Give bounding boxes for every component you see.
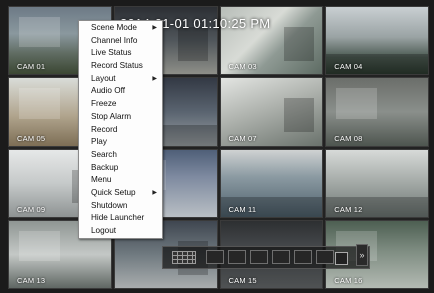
camera-label: CAM 03 (228, 62, 257, 72)
scene-detail (336, 88, 378, 119)
camera-label: CAM 01 (17, 62, 46, 72)
menu-item-label: Hide Launcher (91, 213, 145, 223)
launcher-expand-button[interactable]: » (356, 244, 368, 266)
scene-detail (19, 88, 60, 119)
scene-detail (19, 230, 60, 262)
camera-label: CAM 08 (334, 133, 363, 143)
menu-item-record-status[interactable]: Record Status (79, 60, 162, 73)
camera-label: CAM 07 (228, 133, 257, 143)
menu-item-live-status[interactable]: Live Status (79, 47, 162, 60)
menu-item-play[interactable]: Play (79, 136, 162, 149)
camera-label: CAM 12 (334, 204, 363, 214)
menu-item-shutdown[interactable]: Shutdown (79, 200, 162, 213)
menu-item-label: Audio Off (91, 86, 125, 96)
menu-item-label: Search (91, 149, 117, 159)
scene-detail (283, 98, 315, 133)
menu-item-label: Logout (91, 226, 117, 235)
menu-item-label: Shutdown (91, 200, 128, 210)
scene-detail (177, 27, 209, 61)
menu-item-label: Freeze (91, 99, 117, 109)
menu-item-label: Channel Info (91, 35, 138, 45)
camera-label: CAM 16 (334, 276, 363, 285)
launcher-channel-button[interactable] (206, 250, 224, 264)
menu-item-label: Scene Mode (91, 23, 137, 32)
layout-grid-icon[interactable] (172, 251, 196, 264)
camera-label: CAM 05 (17, 133, 46, 143)
camera-label: CAM 11 (228, 204, 257, 214)
scene-detail (19, 17, 60, 48)
menu-item-layout[interactable]: Layout ▶ (79, 73, 162, 86)
menu-item-hide-launcher[interactable]: Hide Launcher (79, 212, 162, 225)
camera-tile-12[interactable]: CAM 12 (325, 148, 429, 218)
launcher-channel-button[interactable] (250, 250, 268, 264)
camera-label: CAM 15 (228, 276, 257, 285)
menu-item-quick-setup[interactable]: Quick Setup ▶ (79, 187, 162, 200)
camera-tile-7[interactable]: CAM 07 (219, 77, 324, 147)
launcher-channel-button[interactable] (272, 250, 290, 264)
menu-item-menu[interactable]: Menu (79, 174, 162, 187)
menu-item-scene-mode[interactable]: Scene Mode ▶ (79, 22, 162, 35)
menu-item-label: Play (91, 137, 107, 147)
dvr-live-view: CAM 01 CAM 03 CAM 04 CAM 05 CAM 07 CAM 0… (0, 0, 434, 293)
menu-item-audio-off[interactable]: Audio Off (79, 85, 162, 98)
scene-detail (283, 27, 315, 61)
camera-label: CAM 04 (334, 62, 363, 72)
menu-item-label: Layout (91, 73, 116, 83)
camera-label: CAM 09 (17, 204, 46, 214)
launcher-channel-button[interactable] (294, 250, 312, 264)
camera-tile-8[interactable]: CAM 08 (325, 77, 429, 147)
context-menu: Scene Mode ▶ Channel Info Live Status Rec… (78, 20, 163, 239)
menu-item-label: Record (91, 124, 118, 134)
menu-item-label: Quick Setup (91, 187, 136, 197)
menu-item-label: Live Status (91, 48, 132, 58)
menu-item-search[interactable]: Search (79, 149, 162, 162)
camera-tile-11[interactable]: CAM 11 (219, 148, 324, 218)
launcher-channel-button[interactable] (228, 250, 246, 264)
menu-item-label: Record Status (91, 61, 143, 71)
submenu-arrow-icon: ▶ (152, 189, 157, 196)
menu-item-logout[interactable]: Logout (79, 225, 162, 238)
submenu-arrow-icon: ▶ (152, 75, 157, 82)
menu-item-stop-alarm[interactable]: Stop Alarm (79, 111, 162, 124)
check-icon[interactable] (335, 252, 348, 265)
menu-item-record[interactable]: Record (79, 124, 162, 137)
camera-label: CAM 13 (17, 276, 46, 285)
launcher-channel-button[interactable] (316, 250, 334, 264)
menu-item-channel-info[interactable]: Channel Info (79, 35, 162, 48)
menu-item-backup[interactable]: Backup (79, 162, 162, 175)
submenu-arrow-icon: ▶ (152, 25, 157, 31)
menu-item-label: Backup (91, 162, 119, 172)
menu-item-label: Stop Alarm (91, 111, 132, 121)
menu-item-label: Menu (91, 175, 112, 185)
camera-tile-4[interactable]: CAM 04 (325, 6, 429, 76)
menu-item-freeze[interactable]: Freeze (79, 98, 162, 111)
